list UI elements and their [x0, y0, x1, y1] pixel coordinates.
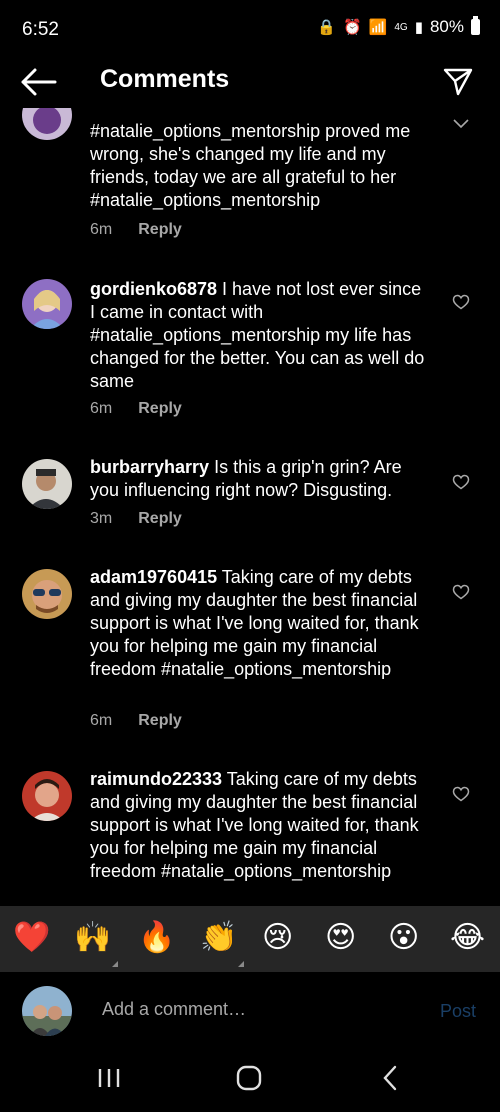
- lock-icon: 🔒: [317, 19, 336, 36]
- comment-time: 6m: [90, 400, 113, 417]
- heart-icon: [452, 786, 470, 802]
- comment-text: burbarryharry Is this a grip'n grin? Are…: [90, 456, 430, 502]
- back-button[interactable]: [20, 67, 58, 97]
- avatar[interactable]: [22, 459, 72, 509]
- avatar[interactable]: [22, 771, 72, 821]
- avatar[interactable]: [22, 108, 72, 140]
- comment-list[interactable]: #natalie_options_mentorship proved me wr…: [0, 108, 500, 906]
- recent-apps-icon: [98, 1069, 120, 1087]
- battery-icon: [471, 16, 480, 35]
- comment-text: adam19760415 Taking care of my debts and…: [90, 566, 430, 681]
- comment-meta: 3m Reply: [90, 510, 182, 528]
- emoji-crying-button[interactable]: 😢: [262, 920, 293, 956]
- like-button[interactable]: [452, 474, 470, 490]
- post-button[interactable]: Post: [440, 1001, 476, 1022]
- like-button[interactable]: [452, 294, 470, 310]
- comment-meta: 6m Reply: [90, 712, 182, 730]
- comment-text: #natalie_options_mentorship proved me wr…: [90, 121, 411, 210]
- chevron-left-icon: [383, 1065, 397, 1091]
- like-button[interactable]: [452, 786, 470, 802]
- home-button[interactable]: [235, 1064, 263, 1097]
- arrow-left-icon: [21, 68, 57, 96]
- avatar: [22, 986, 72, 1036]
- emoji-reaction-bar: ❤️ 🙌 🔥 👏 😢 😍 😮 😂: [0, 906, 500, 972]
- emoji-heart-button[interactable]: ❤️: [13, 920, 50, 956]
- signal-icon: ▮: [414, 19, 423, 36]
- chevron-down-icon: [453, 119, 469, 129]
- comment-meta: 6m Reply: [90, 400, 182, 418]
- status-time: 6:52: [22, 19, 59, 40]
- status-icons: 🔒 ⏰ 📶 4G ▮ 80%: [317, 16, 480, 37]
- comment-time: 6m: [90, 221, 113, 238]
- home-icon: [236, 1065, 262, 1091]
- skin-tone-indicator-icon: [238, 961, 244, 967]
- comment-username[interactable]: gordienko6878: [90, 279, 217, 299]
- paper-plane-icon: [443, 68, 473, 96]
- system-nav-bar: [0, 1046, 500, 1112]
- emoji-raised-hands-button[interactable]: 🙌: [74, 920, 111, 956]
- wifi-icon: 📶: [368, 19, 388, 36]
- like-button[interactable]: [452, 116, 470, 132]
- reply-button[interactable]: Reply: [138, 221, 182, 239]
- emoji-clapping-button[interactable]: 👏: [200, 920, 237, 956]
- comment-composer: Post: [0, 972, 500, 1046]
- network-type: 4G: [394, 21, 408, 33]
- heart-icon: [452, 584, 470, 600]
- alarm-icon: ⏰: [342, 19, 362, 36]
- skin-tone-indicator-icon: [112, 961, 118, 967]
- back-nav-button[interactable]: [377, 1064, 405, 1097]
- reply-button[interactable]: Reply: [138, 712, 182, 730]
- reply-button[interactable]: Reply: [138, 400, 182, 418]
- comment-text: gordienko6878 I have not lost ever since…: [90, 278, 430, 393]
- comment-text: raimundo22333 Taking care of my debts an…: [90, 768, 430, 883]
- recent-apps-button[interactable]: [95, 1064, 123, 1097]
- reply-button[interactable]: Reply: [138, 510, 182, 528]
- comment-meta: 6m Reply: [90, 221, 182, 239]
- emoji-heart-eyes-button[interactable]: 😍: [325, 920, 356, 956]
- comment-username[interactable]: raimundo22333: [90, 769, 222, 789]
- comment-username[interactable]: burbarryharry: [90, 457, 209, 477]
- heart-icon: [452, 474, 470, 490]
- avatar[interactable]: [22, 569, 72, 619]
- battery-percent: 80%: [429, 17, 464, 36]
- comment-username[interactable]: adam19760415: [90, 567, 217, 587]
- comment-time: 6m: [90, 712, 113, 729]
- avatar[interactable]: [22, 279, 72, 329]
- like-button[interactable]: [452, 584, 470, 600]
- comment-input[interactable]: [100, 998, 404, 1021]
- page-title: Comments: [100, 65, 230, 93]
- emoji-laughing-button[interactable]: 😂: [450, 920, 485, 956]
- emoji-fire-button[interactable]: 🔥: [138, 920, 175, 956]
- status-bar: 6:52 🔒 ⏰ 📶 4G ▮ 80%: [0, 0, 500, 60]
- share-button[interactable]: [442, 65, 474, 97]
- comments-header: Comments: [0, 55, 500, 107]
- emoji-surprised-button[interactable]: 😮: [388, 920, 419, 956]
- comment-time: 3m: [90, 510, 113, 527]
- heart-icon: [452, 294, 470, 310]
